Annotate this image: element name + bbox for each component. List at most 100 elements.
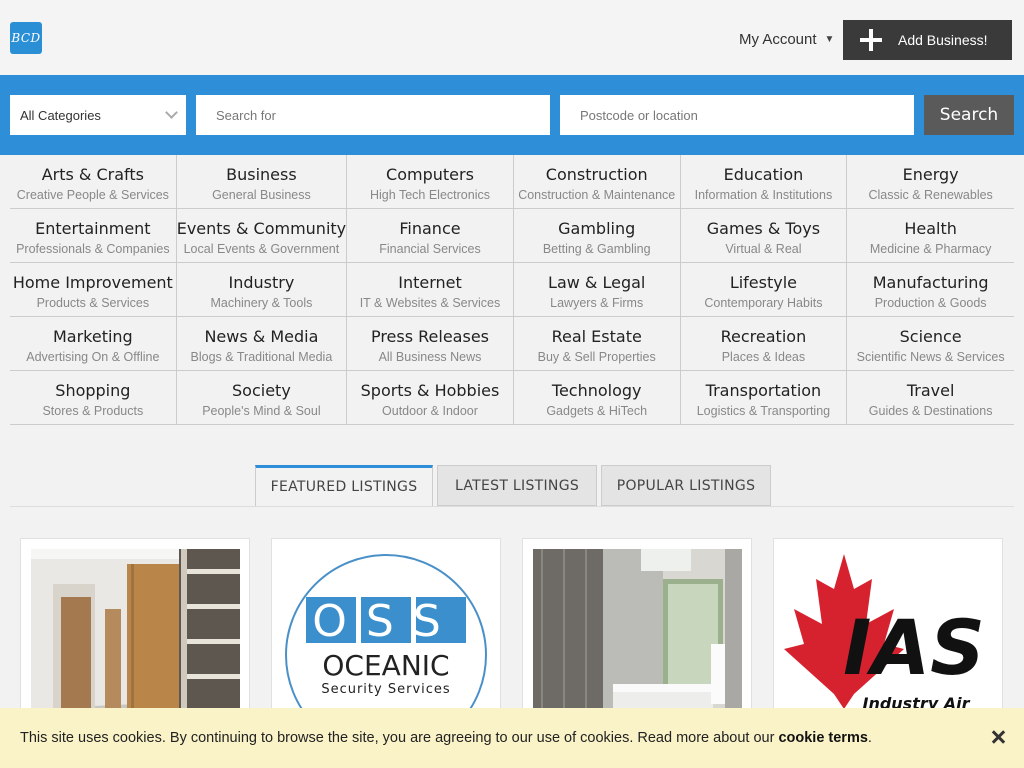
category-item[interactable]: Events & Community Local Events & Governm…	[176, 209, 348, 263]
category-subtitle: IT & Websites & Services	[359, 296, 501, 310]
cookie-message-text: This site uses cookies. By continuing to…	[20, 730, 775, 746]
search-bar: All Categories Search	[0, 75, 1024, 155]
tab-popular-listings[interactable]: POPULAR LISTINGS	[601, 465, 771, 506]
category-item[interactable]: Sports & Hobbies Outdoor & Indoor	[347, 371, 514, 425]
category-item[interactable]: Science Scientific News & Services	[847, 317, 1014, 371]
category-item[interactable]: Marketing Advertising On & Offline	[10, 317, 177, 371]
category-title: Transportation	[705, 381, 822, 400]
category-subtitle: Gadgets & HiTech	[546, 404, 648, 418]
category-title: Travel	[906, 381, 955, 400]
search-button[interactable]: Search	[924, 95, 1014, 135]
category-item[interactable]: Industry Machinery & Tools	[176, 263, 348, 317]
category-item[interactable]: Home Improvement Products & Services	[10, 263, 177, 317]
category-subtitle: Scientific News & Services	[856, 350, 1005, 364]
add-business-button[interactable]: Add Business!	[843, 20, 1012, 60]
category-item[interactable]: Society People's Mind & Soul	[176, 371, 348, 425]
category-item[interactable]: Arts & Crafts Creative People & Services	[10, 155, 177, 209]
category-item[interactable]: Lifestyle Contemporary Habits	[680, 263, 848, 317]
category-subtitle: All Business News	[378, 350, 482, 364]
category-title: Marketing	[52, 327, 133, 346]
category-item[interactable]: Law & Legal Lawyers & Firms	[513, 263, 681, 317]
category-item[interactable]: Real Estate Buy & Sell Properties	[513, 317, 681, 371]
category-subtitle: Machinery & Tools	[210, 296, 313, 310]
tab-featured-listings[interactable]: FEATURED LISTINGS	[255, 465, 433, 506]
caret-down-icon: ▼	[824, 34, 835, 45]
close-icon[interactable]	[989, 728, 1007, 746]
category-subtitle: Lawyers & Firms	[550, 296, 644, 310]
my-account-label: My Account	[739, 31, 817, 48]
category-grid: Arts & Crafts Creative People & Services B…	[10, 155, 1014, 425]
category-item[interactable]: Manufacturing Production & Goods	[847, 263, 1014, 317]
category-select-value: All Categories	[20, 107, 101, 123]
category-item[interactable]: Finance Financial Services	[347, 209, 514, 263]
category-subtitle: Local Events & Government	[183, 242, 340, 256]
site-header: BCD My Account ▼ Add Business!	[0, 0, 1024, 75]
category-title: Press Releases	[370, 327, 489, 346]
category-title: Arts & Crafts	[41, 165, 144, 184]
ias-logo-letters: IAS	[843, 603, 985, 692]
category-select[interactable]: All Categories	[10, 95, 186, 135]
cookie-banner: This site uses cookies. By continuing to…	[0, 708, 1024, 768]
category-title: Games & Toys	[706, 219, 821, 238]
category-subtitle: Classic & Renewables	[868, 188, 993, 202]
category-subtitle: Medicine & Pharmacy	[869, 242, 992, 256]
category-subtitle: Buy & Sell Properties	[537, 350, 656, 364]
category-title: Computers	[386, 165, 474, 184]
category-title: Internet	[398, 273, 462, 292]
category-subtitle: Advertising On & Offline	[26, 350, 160, 364]
category-item[interactable]: Technology Gadgets & HiTech	[513, 371, 681, 425]
category-subtitle: Betting & Gambling	[542, 242, 651, 256]
category-item[interactable]: Construction Construction & Maintenance	[513, 155, 681, 209]
category-subtitle: Information & Institutions	[694, 188, 833, 202]
category-title: Health	[904, 219, 957, 238]
category-item[interactable]: News & Media Blogs & Traditional Media	[176, 317, 348, 371]
category-item[interactable]: Recreation Places & Ideas	[680, 317, 848, 371]
category-title: Shopping	[55, 381, 131, 400]
location-search-input[interactable]	[560, 95, 914, 135]
category-subtitle: Production & Goods	[874, 296, 987, 310]
cookie-terms-link[interactable]: cookie terms	[778, 730, 867, 746]
tab-latest-listings[interactable]: LATEST LISTINGS	[437, 465, 597, 506]
keyword-search-input[interactable]	[196, 95, 550, 135]
category-subtitle: Construction & Maintenance	[518, 188, 676, 202]
listing-image-interior[interactable]	[31, 549, 240, 729]
category-subtitle: People's Mind & Soul	[202, 404, 321, 418]
category-subtitle: High Tech Electronics	[370, 188, 490, 202]
category-item[interactable]: Education Information & Institutions	[680, 155, 848, 209]
category-subtitle: General Business	[212, 188, 311, 202]
category-subtitle: Creative People & Services	[16, 188, 169, 202]
category-item[interactable]: Travel Guides & Destinations	[847, 371, 1014, 425]
category-item[interactable]: Games & Toys Virtual & Real	[680, 209, 848, 263]
category-subtitle: Contemporary Habits	[704, 296, 823, 310]
category-title: Society	[232, 381, 291, 400]
category-title: Education	[723, 165, 804, 184]
category-item[interactable]: Shopping Stores & Products	[10, 371, 177, 425]
category-item[interactable]: Gambling Betting & Gambling	[513, 209, 681, 263]
listing-image-bathroom[interactable]	[533, 549, 742, 729]
oss-logo-name: OCEANIC	[322, 649, 449, 682]
category-title: Entertainment	[35, 219, 151, 238]
category-item[interactable]: Business General Business	[176, 155, 348, 209]
category-item[interactable]: Health Medicine & Pharmacy	[847, 209, 1014, 263]
oss-logo-tagline: Security Services	[321, 682, 450, 697]
cookie-message: This site uses cookies. By continuing to…	[20, 730, 872, 746]
listing-logo-oceanic[interactable]: OSS OCEANIC Security Services	[282, 549, 491, 729]
category-item[interactable]: Transportation Logistics & Transporting	[680, 371, 848, 425]
category-item[interactable]: Energy Classic & Renewables	[847, 155, 1014, 209]
category-subtitle: Places & Ideas	[721, 350, 806, 364]
category-item[interactable]: Entertainment Professionals & Companies	[10, 209, 177, 263]
category-item[interactable]: Computers High Tech Electronics	[347, 155, 514, 209]
category-title: Industry	[228, 273, 295, 292]
category-subtitle: Financial Services	[379, 242, 481, 256]
category-item[interactable]: Press Releases All Business News	[347, 317, 514, 371]
category-title: Construction	[545, 165, 648, 184]
category-subtitle: Professionals & Companies	[16, 242, 170, 256]
category-title: Technology	[551, 381, 642, 400]
listing-logo-industry-air[interactable]: IAS Industry Air	[784, 549, 993, 729]
listing-tabs: FEATURED LISTINGS LATEST LISTINGS POPULA…	[255, 465, 775, 506]
oss-logo-letters: OSS	[312, 596, 460, 647]
category-title: Sports & Hobbies	[360, 381, 500, 400]
site-logo[interactable]: BCD	[10, 22, 42, 54]
my-account-menu[interactable]: My Account ▼	[739, 31, 834, 48]
category-item[interactable]: Internet IT & Websites & Services	[347, 263, 514, 317]
